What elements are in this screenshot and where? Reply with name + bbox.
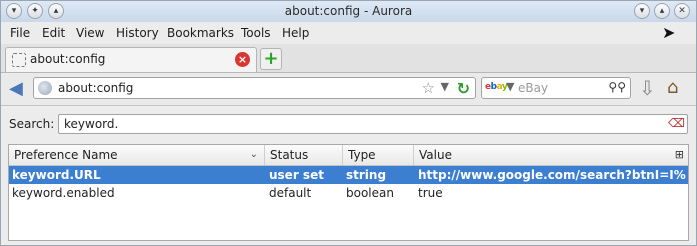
minimize-icon[interactable]: ▾ (634, 3, 650, 19)
close-window-icon[interactable]: ✕ (674, 3, 690, 19)
mouse-cursor-icon: ➤ (662, 23, 676, 42)
page-favicon-icon (12, 53, 26, 67)
cell-status: user set (269, 168, 324, 182)
filter-value[interactable]: keyword. (64, 117, 118, 131)
url-text[interactable]: about:config (58, 81, 133, 95)
url-bar[interactable]: about:config ☆ ▼ ↻ (33, 77, 476, 99)
column-header-value[interactable]: Value (414, 145, 688, 165)
cell-status: default (269, 186, 312, 200)
cell-name: keyword.URL (12, 168, 101, 182)
clear-filter-icon[interactable]: ⌫ (668, 116, 685, 130)
column-picker-icon[interactable]: ⊞ (675, 148, 684, 161)
menu-view[interactable]: View (76, 26, 104, 40)
bookmark-star-icon[interactable]: ☆ (422, 79, 435, 97)
sort-descending-icon: ⌄ (249, 149, 258, 160)
search-placeholder[interactable]: eBay (518, 81, 548, 95)
column-header-type[interactable]: Type (343, 145, 414, 165)
column-header-status[interactable]: Status (265, 145, 343, 165)
table-header: Preference Name ⌄ Status Type Value ⊞ (9, 145, 688, 166)
table-row[interactable]: keyword.URL user set string http://www.g… (9, 166, 688, 184)
home-icon[interactable]: ⌂ (667, 77, 678, 99)
window-title: about:config - Aurora (284, 4, 413, 18)
cell-type: boolean (346, 186, 394, 200)
reload-icon[interactable]: ↻ (457, 79, 470, 98)
tab-label: about:config (30, 52, 106, 66)
cell-value: true (418, 186, 443, 200)
new-tab-button[interactable]: + (260, 48, 282, 70)
ebay-engine-icon[interactable]: ebay (485, 82, 508, 92)
menu-help[interactable]: Help (282, 26, 309, 40)
column-header-name[interactable]: Preference Name ⌄ (9, 145, 265, 165)
menu-bar: File Edit View History Bookmarks Tools H… (1, 22, 696, 44)
menu-bookmarks[interactable]: Bookmarks (167, 26, 234, 40)
url-dropdown-icon[interactable]: ▼ (441, 80, 449, 93)
table-row[interactable]: keyword.enabled default boolean true (9, 184, 688, 202)
navigation-toolbar: ◀ about:config ☆ ▼ ↻ ebay ▼ eBay ⚲⚲ ⇩ ⌂ (1, 73, 696, 106)
cell-type: string (346, 168, 387, 182)
filter-label: Search: (9, 117, 55, 131)
menu-tools[interactable]: Tools (241, 26, 271, 40)
filter-row: Search: keyword. ⌫ (1, 113, 696, 135)
downloads-arrow-icon[interactable]: ⇩ (639, 78, 656, 98)
config-page: Search: keyword. ⌫ Preference Name ⌄ Sta… (1, 106, 696, 245)
search-bar[interactable]: ebay ▼ eBay ⚲⚲ (481, 77, 631, 99)
menu-edit[interactable]: Edit (42, 26, 65, 40)
preferences-table: Preference Name ⌄ Status Type Value ⊞ ke… (8, 144, 689, 241)
menu-file[interactable]: File (10, 26, 30, 40)
browser-window: ▾ ✦ ▴ about:config - Aurora ▾ ▴ ✕ File E… (0, 0, 697, 246)
tab-about-config[interactable]: about:config × (5, 47, 257, 72)
binoculars-search-icon[interactable]: ⚲⚲ (608, 80, 626, 94)
filter-input[interactable]: keyword. ⌫ (58, 114, 688, 134)
engine-dropdown-icon[interactable]: ▼ (506, 80, 514, 93)
maximize-icon[interactable]: ▴ (654, 3, 670, 19)
close-tab-icon[interactable]: × (235, 52, 250, 67)
cell-value: http://www.google.com/search?btnI=I%27m.… (418, 168, 686, 182)
site-identity-icon[interactable] (38, 81, 52, 95)
cell-name: keyword.enabled (12, 186, 115, 200)
tab-strip: about:config × + (1, 44, 696, 73)
back-arrow-icon[interactable]: ◀ (9, 80, 29, 98)
title-bar[interactable]: ▾ ✦ ▴ about:config - Aurora ▾ ▴ ✕ (1, 1, 696, 23)
menu-history[interactable]: History (116, 26, 159, 40)
